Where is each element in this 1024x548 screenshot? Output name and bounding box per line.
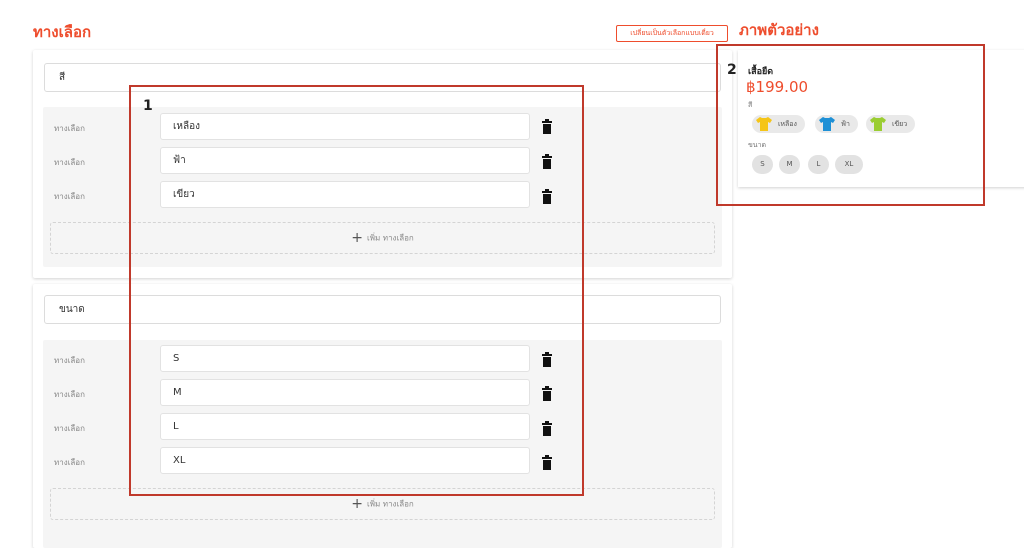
annotation-number-1: 1 bbox=[143, 98, 153, 114]
option-label: ทางเลือก bbox=[54, 390, 85, 399]
section-title: ทางเลือก bbox=[33, 23, 92, 41]
option-label: ทางเลือก bbox=[54, 124, 85, 133]
add-option-label: เพิ่ม ทางเลือก bbox=[366, 499, 414, 509]
option-label: ทางเลือก bbox=[54, 158, 85, 167]
annotation-box-1 bbox=[129, 85, 584, 496]
annotation-box-2 bbox=[716, 44, 985, 206]
annotation-number-2: 2 bbox=[727, 62, 737, 78]
preview-title: ภาพตัวอย่าง bbox=[739, 21, 819, 39]
switch-to-single-option-button[interactable]: เปลี่ยนเป็นตัวเลือกแบบเดี่ยว bbox=[616, 25, 728, 42]
option-label: ทางเลือก bbox=[54, 458, 85, 467]
option-label: ทางเลือก bbox=[54, 424, 85, 433]
option-label: ทางเลือก bbox=[54, 192, 85, 201]
plus-icon: + bbox=[351, 496, 363, 512]
option-label: ทางเลือก bbox=[54, 356, 85, 365]
